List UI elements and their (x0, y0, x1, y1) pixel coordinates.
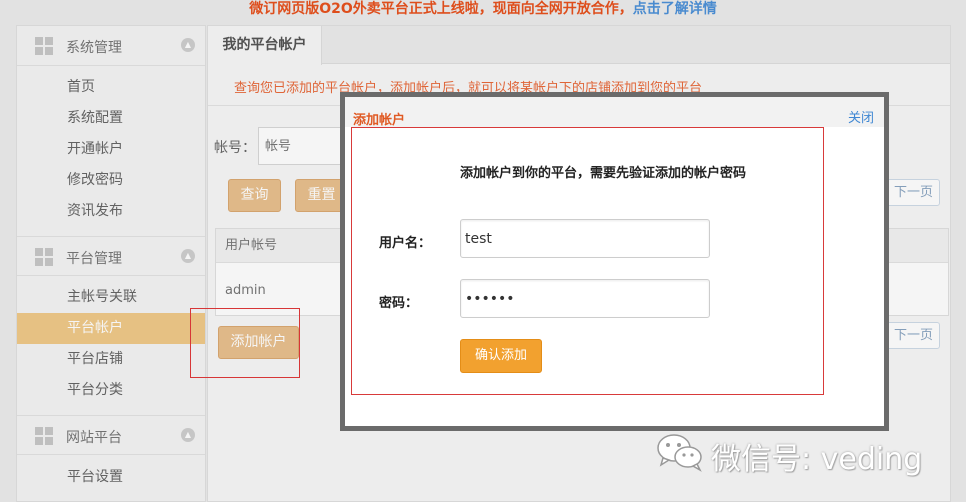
password-label: 密码： (379, 296, 419, 311)
announcement-bar: 微订网页版O2O外卖平台正式上线啦，现面向全网开放合作，点击了解详情 (0, 0, 966, 20)
query-button[interactable]: 查询 (228, 179, 281, 212)
table-row: admin (225, 283, 266, 298)
dialog-description: 添加帐户到你的平台，需要先验证添加的帐户密码 (460, 166, 747, 181)
sidebar-section-title: 系统管理 (66, 40, 122, 56)
sidebar-section-website[interactable]: 网站平台 ▲ (17, 415, 205, 455)
confirm-add-button[interactable]: 确认添加 (460, 339, 542, 373)
dialog-header: 添加帐户 关闭 (345, 97, 884, 128)
next-page-button-bottom[interactable]: 下一页 (882, 322, 940, 349)
sidebar-item-open-account[interactable]: 开通帐户 (17, 134, 205, 165)
wechat-icon (657, 434, 702, 472)
sidebar: 系统管理 ▲ 首页 系统配置 开通帐户 修改密码 资讯发布 平台管理 ▲ 主帐号… (16, 25, 206, 502)
account-label: 帐号： (214, 140, 256, 156)
collapse-icon[interactable]: ▲ (181, 249, 195, 263)
username-label: 用户名： (379, 236, 432, 251)
grid-icon (35, 427, 53, 445)
password-field[interactable] (460, 279, 710, 318)
highlight-box (190, 308, 300, 378)
announcement-link[interactable]: 点击了解详情 (633, 1, 717, 17)
sidebar-section-title: 平台管理 (66, 251, 122, 267)
sidebar-item-platform-settings[interactable]: 平台设置 (17, 462, 205, 493)
sidebar-item-news-publish[interactable]: 资讯发布 (17, 196, 205, 227)
sidebar-item-change-password[interactable]: 修改密码 (17, 165, 205, 196)
grid-icon (35, 37, 53, 55)
sidebar-item-home[interactable]: 首页 (17, 72, 205, 103)
close-button[interactable]: 关闭 (848, 107, 874, 126)
collapse-icon[interactable]: ▲ (181, 428, 195, 442)
tab-bar: 我的平台帐户 (208, 26, 950, 65)
sidebar-section-platform[interactable]: 平台管理 ▲ (17, 236, 205, 276)
tab-my-platform-accounts[interactable]: 我的平台帐户 (208, 26, 322, 65)
sidebar-item-platform-stores[interactable]: 平台店铺 (17, 344, 205, 375)
sidebar-item-platform-account[interactable]: 平台帐户 (17, 313, 205, 344)
wechat-watermark: 微信号: veding (655, 430, 955, 477)
sidebar-item-main-account-link[interactable]: 主帐号关联 (17, 282, 205, 313)
sidebar-section-system[interactable]: 系统管理 ▲ (17, 26, 205, 66)
watermark-text: 微信号: veding (711, 442, 923, 477)
username-field[interactable] (460, 219, 710, 258)
sidebar-item-platform-categories[interactable]: 平台分类 (17, 375, 205, 406)
dialog-title: 添加帐户 (353, 113, 406, 128)
announcement-text: 微订网页版O2O外卖平台正式上线啦，现面向全网开放合作， (249, 1, 633, 17)
grid-icon (35, 248, 53, 266)
collapse-icon[interactable]: ▲ (181, 38, 195, 52)
sidebar-section-title: 网站平台 (66, 430, 122, 446)
sidebar-item-system-config[interactable]: 系统配置 (17, 103, 205, 134)
next-page-button[interactable]: 下一页 (882, 179, 940, 206)
